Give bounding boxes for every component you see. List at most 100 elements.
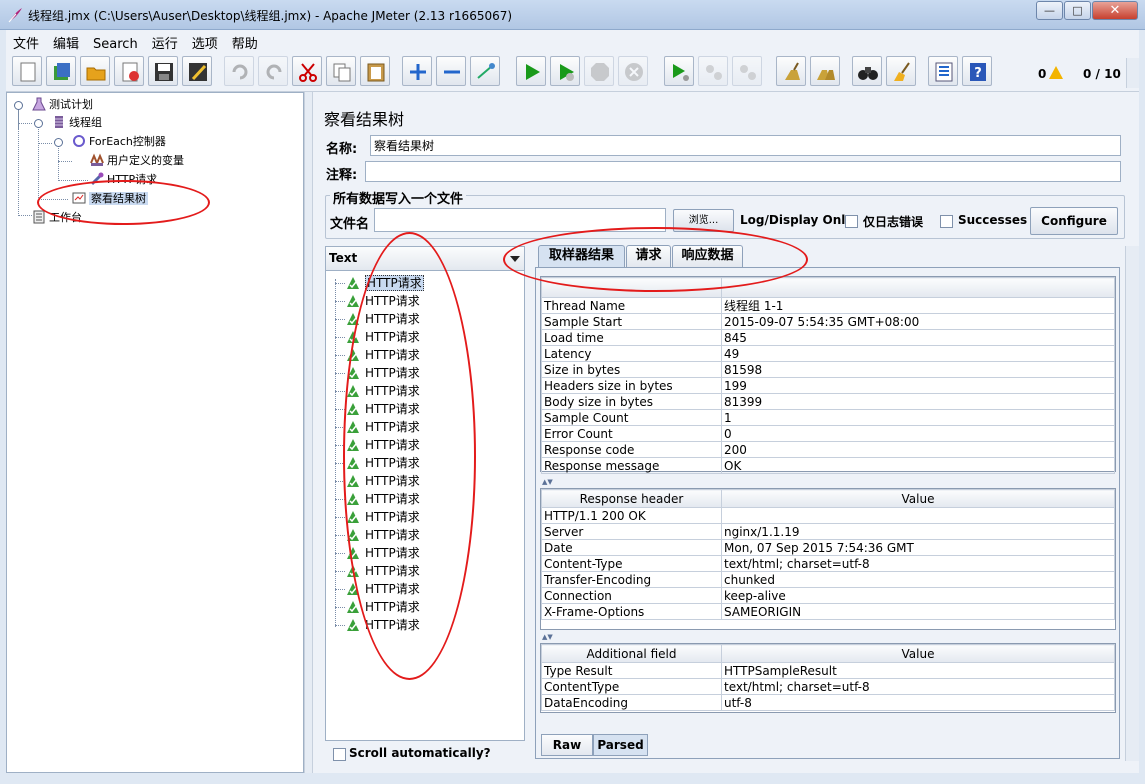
table-cell-value: 200 [721, 441, 1115, 458]
save-button[interactable] [148, 56, 178, 86]
shutdown-button[interactable] [618, 56, 648, 86]
minimize-button[interactable]: — [1036, 1, 1063, 20]
right-scrollbar[interactable] [1125, 246, 1139, 761]
menu-help[interactable]: 帮助 [225, 30, 265, 52]
table-row[interactable]: Sample Count 1 [541, 409, 1115, 426]
table-cell-key: ContentType [541, 678, 722, 695]
start-button[interactable] [516, 56, 546, 86]
menu-run[interactable]: 运行 [145, 30, 185, 52]
table-row[interactable]: Size in bytes 81598 [541, 361, 1115, 378]
column-header[interactable]: Response header [541, 489, 722, 508]
toolbar-scroll[interactable] [1126, 58, 1139, 88]
start-no-pauses-button[interactable] [550, 56, 580, 86]
help-button[interactable]: ? [962, 56, 992, 86]
table-cell-value: text/html; charset=utf-8 [721, 555, 1115, 572]
success-check-icon [347, 295, 359, 307]
success-check-icon [347, 277, 359, 289]
menu-options[interactable]: 选项 [185, 30, 225, 52]
broom-icon [785, 62, 800, 80]
tree-node-foreach[interactable]: ForEach控制器 [72, 134, 166, 149]
menu-search[interactable]: Search [86, 34, 145, 52]
split-arrows-icon[interactable]: ▲▼ [542, 478, 553, 486]
table-cell-key: Transfer-Encoding [541, 571, 722, 588]
pane-splitter[interactable] [304, 92, 313, 773]
table-cell-value: 49 [721, 345, 1115, 362]
toggle-button[interactable] [470, 56, 500, 86]
table-cell-value: keep-alive [721, 587, 1115, 604]
sampler-result-panel: Thread Name 线程组 1-1 Sample Start 2015-09-07… [535, 267, 1120, 759]
tree-node-user-vars[interactable]: 用户定义的变量 [90, 153, 184, 168]
column-header[interactable]: Value [721, 644, 1115, 663]
warning-icon[interactable] [1049, 66, 1063, 79]
undo-button[interactable] [224, 56, 254, 86]
tree-node-thread-group[interactable]: 线程组 [52, 115, 102, 130]
tree-toggle-thread-group[interactable] [34, 119, 43, 128]
clear-button[interactable] [776, 56, 806, 86]
collapse-all-button[interactable] [436, 56, 466, 86]
table-row[interactable]: Content-Type text/html; charset=utf-8 [541, 555, 1115, 572]
open-button[interactable] [80, 56, 110, 86]
copy-button[interactable] [326, 56, 356, 86]
tree-toggle-foreach[interactable] [54, 138, 63, 147]
table-row[interactable]: X-Frame-Options SAMEORIGIN [541, 603, 1115, 620]
table-row[interactable]: DataEncoding utf-8 [541, 694, 1115, 711]
cut-button[interactable] [292, 56, 322, 86]
table-cell-key: Body size in bytes [541, 393, 722, 410]
successes-checkbox[interactable] [940, 215, 953, 228]
maximize-button[interactable]: □ [1064, 1, 1091, 20]
table-row[interactable]: ContentType text/html; charset=utf-8 [541, 678, 1115, 695]
close-plan-button[interactable] [114, 56, 144, 86]
table-row[interactable]: Body size in bytes 81399 [541, 393, 1115, 410]
paste-button[interactable] [360, 56, 390, 86]
table-cell-key: Date [541, 539, 722, 556]
renderer-value: Text [329, 251, 358, 265]
tab-parsed[interactable]: Parsed [593, 734, 648, 756]
table-row[interactable]: Thread Name 线程组 1-1 [541, 297, 1115, 314]
comment-field[interactable] [365, 161, 1121, 182]
remote-start-button[interactable] [664, 56, 694, 86]
table-cell-value: nginx/1.1.19 [721, 523, 1115, 540]
toggle-wand-icon [477, 63, 495, 79]
split-arrows-icon[interactable]: ▲▼ [542, 633, 553, 641]
redo-button[interactable] [258, 56, 288, 86]
remote-stop-button[interactable] [698, 56, 728, 86]
reset-search-button[interactable] [886, 56, 916, 86]
table-row[interactable]: Headers size in bytes 199 [541, 377, 1115, 394]
table-row[interactable]: Load time 845 [541, 329, 1115, 346]
menu-edit[interactable]: 编辑 [46, 30, 86, 52]
table-row[interactable]: Error Count 0 [541, 425, 1115, 442]
new-button[interactable] [12, 56, 42, 86]
save-as-button[interactable] [182, 56, 212, 86]
tree-node-test-plan[interactable]: 测试计划 [32, 97, 93, 112]
table-row[interactable]: Server nginx/1.1.19 [541, 523, 1115, 540]
table-row[interactable]: Sample Start 2015-09-07 5:54:35 GMT+08:00 [541, 313, 1115, 330]
tree-toggle-test-plan[interactable] [14, 101, 23, 110]
templates-button[interactable] [46, 56, 76, 86]
column-header[interactable]: Value [721, 489, 1115, 508]
table-row[interactable]: Type Result HTTPSampleResult [541, 662, 1115, 679]
table-row[interactable]: Response message OK [541, 457, 1115, 474]
close-button[interactable]: ✕ [1092, 1, 1138, 20]
new-file-icon [20, 62, 36, 82]
stop-button[interactable] [584, 56, 614, 86]
scroll-auto-checkbox[interactable] [333, 748, 346, 761]
table-cell-value: utf-8 [721, 694, 1115, 711]
menu-file[interactable]: 文件 [6, 30, 46, 52]
table-row[interactable]: Latency 49 [541, 345, 1115, 362]
table-row[interactable]: Connection keep-alive [541, 587, 1115, 604]
errors-only-checkbox[interactable] [845, 215, 858, 228]
table-row[interactable]: HTTP/1.1 200 OK [541, 507, 1115, 524]
search-button[interactable] [852, 56, 882, 86]
table-row[interactable]: Date Mon, 07 Sep 2015 7:54:36 GMT [541, 539, 1115, 556]
column-header[interactable]: Additional field [541, 644, 722, 663]
function-helper-button[interactable] [928, 56, 958, 86]
clear-all-button[interactable] [810, 56, 840, 86]
table-row[interactable]: Transfer-Encoding chunked [541, 571, 1115, 588]
table-cell-value: 1 [721, 409, 1115, 426]
configure-button[interactable]: Configure [1030, 207, 1118, 235]
name-field[interactable]: 察看结果树 [370, 135, 1121, 156]
expand-all-button[interactable] [402, 56, 432, 86]
table-row[interactable]: Response code 200 [541, 441, 1115, 458]
remote-shutdown-button[interactable] [732, 56, 762, 86]
tab-raw[interactable]: Raw [541, 734, 593, 756]
